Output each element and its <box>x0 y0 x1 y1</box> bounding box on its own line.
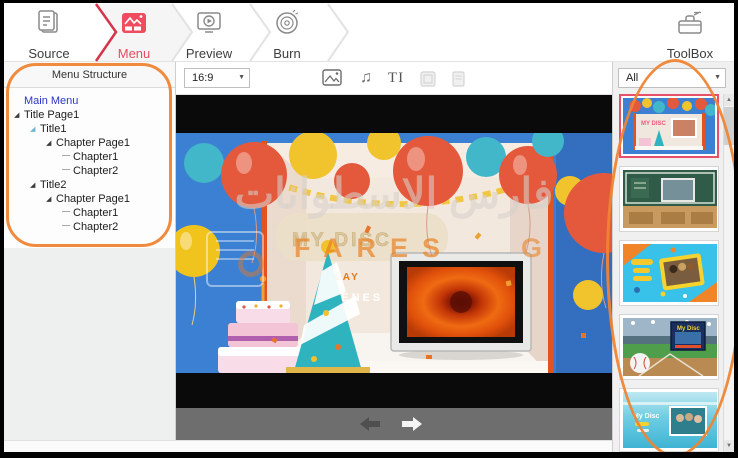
tree-item-title1[interactable]: ◢Title1 <box>4 122 175 136</box>
template-thumbnail-beach[interactable]: My Disc <box>619 388 719 452</box>
tree-item-chapter2-b[interactable]: Chapter2 <box>4 220 175 234</box>
expand-icon[interactable]: ◢ <box>30 123 40 137</box>
template1-title: MY DISC <box>641 121 667 127</box>
tree-item-title-page1[interactable]: ◢Title Page1 <box>4 108 175 122</box>
frame-icon <box>416 67 440 89</box>
dvd-creator-app: Source Menu <box>4 3 734 452</box>
chevron-down-icon: ▼ <box>714 69 721 87</box>
step-bar: Source Menu <box>4 3 734 62</box>
template-thumbnail-kids[interactable] <box>619 240 719 306</box>
tree-item-chapter2[interactable]: Chapter2 <box>4 164 175 178</box>
templates-panel: All ▼ MY DISC <box>612 62 734 452</box>
image-icon[interactable] <box>320 67 344 89</box>
preview-column: 16:9 ▼ ♫ TI <box>176 62 612 440</box>
template-thumbnail-baseball[interactable]: My Disc <box>619 314 719 380</box>
expand-icon[interactable]: ◢ <box>46 137 56 151</box>
template-list: MY DISC <box>617 94 723 452</box>
preview-icon <box>194 8 224 38</box>
preview-toolbar: 16:9 ▼ ♫ TI <box>176 62 612 95</box>
toolbox-label: ToolBox <box>654 46 726 61</box>
tree-item-chapter-page1-b[interactable]: ◢Chapter Page1 <box>4 192 175 206</box>
template-thumbnail-birthday[interactable]: MY DISC <box>619 94 719 158</box>
tree-item-title2[interactable]: ◢Title2 <box>4 178 175 192</box>
burn-icon <box>272 8 302 38</box>
menu-icon <box>119 8 149 38</box>
scroll-down-button[interactable]: ▼ <box>724 440 734 452</box>
step-burn[interactable]: Burn <box>247 8 327 61</box>
toolbox-button[interactable]: ToolBox <box>654 8 726 61</box>
template5-title: My Disc <box>633 413 660 420</box>
step-source-label: Source <box>9 46 89 61</box>
step-menu-label: Menu <box>94 46 174 61</box>
menu-structure-tree: Main Menu ◢Title Page1 ◢Title1 ◢Chapter … <box>4 88 175 248</box>
previous-page-arrow[interactable] <box>358 415 384 433</box>
thumbnail-icon <box>447 67 471 89</box>
tree-item-chapter-page1[interactable]: ◢Chapter Page1 <box>4 136 175 150</box>
text-icon[interactable]: TI <box>384 67 408 89</box>
expand-icon[interactable]: ◢ <box>46 193 56 207</box>
menu-page-nav <box>176 408 612 440</box>
chevron-down-icon: ▼ <box>238 69 245 87</box>
tree-item-main-menu[interactable]: Main Menu <box>4 94 175 108</box>
letterbox-top <box>176 95 612 133</box>
scene-title: MY DISC <box>292 230 392 251</box>
letterbox-bottom <box>176 373 612 408</box>
aspect-ratio-dropdown[interactable]: 16:9 ▼ <box>184 68 250 88</box>
step-burn-label: Burn <box>247 46 327 61</box>
menu-preview-scene: MY DISC PLAY SCENES <box>176 133 612 373</box>
expand-icon[interactable]: ◢ <box>14 109 24 123</box>
step-source[interactable]: Source <box>9 8 89 61</box>
next-page-arrow[interactable] <box>398 415 424 433</box>
menu-structure-panel: Menu Structure Main Menu ◢Title Page1 ◢T… <box>4 62 176 440</box>
step-preview[interactable]: Preview <box>169 8 249 61</box>
expand-icon[interactable]: ◢ <box>30 179 40 193</box>
template-scrollbar[interactable]: ▲ ▼ <box>723 94 734 452</box>
source-icon <box>34 8 64 38</box>
app-window: Source Menu <box>0 0 738 458</box>
aspect-ratio-value: 16:9 <box>192 72 213 84</box>
birthday-scene-graphic: MY DISC PLAY SCENES <box>176 133 612 373</box>
step-preview-label: Preview <box>169 46 249 61</box>
toolbox-icon <box>674 25 706 42</box>
music-icon[interactable]: ♫ <box>354 67 378 89</box>
template-filter-value: All <box>626 72 638 84</box>
template4-title: My Disc <box>677 326 700 332</box>
tree-item-chapter1[interactable]: Chapter1 <box>4 150 175 164</box>
step-menu[interactable]: Menu <box>94 8 174 61</box>
tree-item-chapter1-b[interactable]: Chapter1 <box>4 206 175 220</box>
status-strip <box>4 440 612 452</box>
template-thumbnail-school[interactable] <box>619 166 719 232</box>
scrollbar-thumb[interactable] <box>724 107 734 145</box>
menu-structure-header: Menu Structure <box>4 62 175 88</box>
scroll-up-button[interactable]: ▲ <box>724 94 734 106</box>
template-filter-dropdown[interactable]: All ▼ <box>618 68 726 88</box>
